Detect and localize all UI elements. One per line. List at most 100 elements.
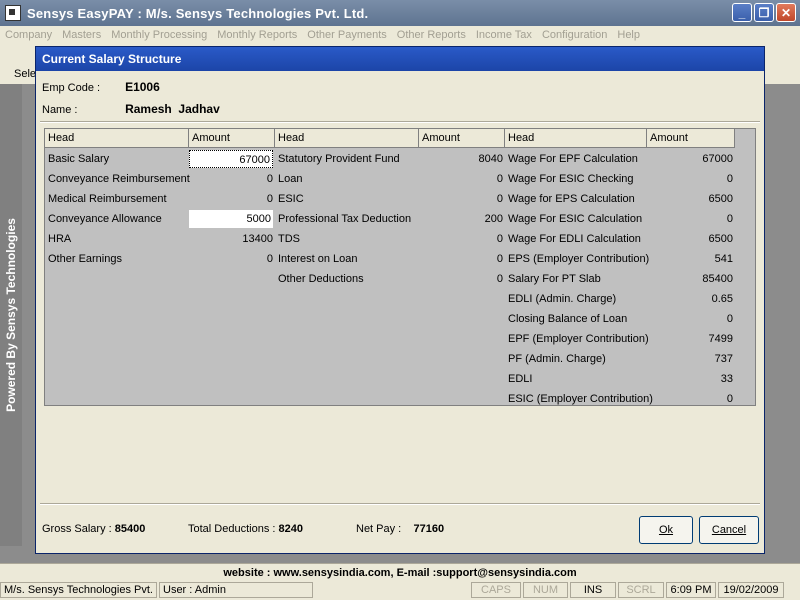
calculation-amount[interactable]: 33: [647, 370, 733, 388]
restore-icon: ❐: [758, 5, 770, 20]
calculation-amount[interactable]: 67000: [647, 150, 733, 168]
deduction-head: Professional Tax Deduction: [278, 213, 412, 225]
calculation-amount[interactable]: 0: [647, 390, 733, 408]
brand-text: Powered By Sensys Technologies: [4, 218, 18, 412]
total-deductions-value: 8240: [278, 523, 303, 535]
deduction-head: Other Deductions: [278, 273, 364, 285]
earning-head: Basic Salary: [48, 153, 110, 165]
calculation-head: Wage For ESIC Checking: [508, 173, 634, 185]
deduction-amount[interactable]: 8040: [419, 150, 503, 168]
earning-head: Conveyance Allowance: [48, 213, 162, 225]
calculation-amount[interactable]: 7499: [647, 330, 733, 348]
deduction-head: TDS: [278, 233, 300, 245]
menu-other-payments[interactable]: Other Payments: [302, 29, 391, 41]
calculation-head: Wage For ESIC Calculation: [508, 213, 643, 225]
menu-monthly-processing[interactable]: Monthly Processing: [106, 29, 212, 41]
menu-other-reports[interactable]: Other Reports: [392, 29, 471, 41]
cancel-button[interactable]: Cancel: [699, 516, 759, 544]
menu-help[interactable]: Help: [612, 29, 645, 41]
calculation-amount[interactable]: 6500: [647, 230, 733, 248]
emp-code-row: Emp Code : E1006: [42, 80, 160, 94]
deduction-amount[interactable]: 0: [419, 250, 503, 268]
salary-structure-dialog: Current Salary Structure Emp Code : E100…: [35, 46, 765, 554]
footer-divider: [40, 503, 760, 505]
calculation-amount[interactable]: 85400: [647, 270, 733, 288]
deduction-amount[interactable]: 200: [419, 210, 503, 228]
emp-code-value: E1006: [125, 80, 160, 94]
status-num: NUM: [523, 582, 568, 598]
earning-amount-input[interactable]: 5000: [189, 210, 273, 228]
status-caps: CAPS: [471, 582, 521, 598]
dialog-title: Current Salary Structure: [36, 47, 764, 71]
calculation-amount[interactable]: 0: [647, 310, 733, 328]
menu-company[interactable]: Company: [0, 29, 57, 41]
name-row: Name : Ramesh Jadhav: [42, 102, 220, 116]
calculation-amount[interactable]: 541: [647, 250, 733, 268]
calculation-head: Wage for EPS Calculation: [508, 193, 635, 205]
salary-grid: Head Amount Head Amount Head Amount Basi…: [44, 128, 756, 406]
col-header-amount-1[interactable]: Amount: [189, 129, 275, 148]
restore-button[interactable]: ❐: [754, 3, 774, 22]
status-user: User : Admin: [159, 582, 313, 598]
col-header-head-3[interactable]: Head: [505, 129, 647, 148]
deduction-amount[interactable]: 0: [419, 190, 503, 208]
status-ins: INS: [570, 582, 616, 598]
status-scrl: SCRL: [618, 582, 664, 598]
calculation-head: PF (Admin. Charge): [508, 353, 606, 365]
window-title: Sensys EasyPAY : M/s. Sensys Technologie…: [27, 5, 369, 21]
earning-amount-input[interactable]: 67000: [189, 150, 273, 168]
emp-code-label: Emp Code :: [42, 82, 101, 94]
calculation-head: Wage For EDLI Calculation: [508, 233, 641, 245]
total-deductions: Total Deductions : 8240: [188, 523, 303, 535]
earning-amount[interactable]: 0: [189, 190, 273, 208]
divider: [40, 121, 760, 123]
menu-income-tax[interactable]: Income Tax: [471, 29, 537, 41]
menu-monthly-reports[interactable]: Monthly Reports: [212, 29, 302, 41]
calculation-head: EDLI (Admin. Charge): [508, 293, 617, 305]
close-icon: ✕: [780, 5, 792, 20]
app-icon[interactable]: [5, 5, 21, 21]
name-value: Ramesh Jadhav: [125, 102, 220, 116]
gross-salary-value: 85400: [114, 523, 146, 535]
calculation-head: EPF (Employer Contribution): [508, 333, 649, 345]
calculation-amount[interactable]: 6500: [647, 190, 733, 208]
col-header-amount-3[interactable]: Amount: [647, 129, 735, 148]
calculation-amount[interactable]: 0.65: [647, 290, 733, 308]
col-header-amount-2[interactable]: Amount: [419, 129, 505, 148]
minimize-button[interactable]: _: [732, 3, 752, 22]
deduction-amount[interactable]: 0: [419, 270, 503, 288]
calculation-head: EDLI: [508, 373, 533, 385]
website-bar: website : www.sensysindia.com, E-mail :s…: [0, 563, 800, 582]
menu-configuration[interactable]: Configuration: [537, 29, 612, 41]
calculation-head: EPS (Employer Contribution): [508, 253, 650, 265]
status-bar: M/s. Sensys Technologies Pvt. User : Adm…: [0, 582, 800, 600]
calculation-amount[interactable]: 0: [647, 170, 733, 188]
gross-salary-label: Gross Salary :: [42, 523, 112, 535]
calculation-amount[interactable]: 0: [647, 210, 733, 228]
earning-amount[interactable]: 0: [189, 170, 273, 188]
calculation-head: Wage For EPF Calculation: [508, 153, 638, 165]
menu-masters[interactable]: Masters: [57, 29, 106, 41]
earning-head: Conveyance Reimbursement: [48, 173, 190, 185]
col-header-head-1[interactable]: Head: [45, 129, 189, 148]
earning-amount[interactable]: 0: [189, 250, 273, 268]
deduction-head: Statutory Provident Fund: [278, 153, 400, 165]
deduction-head: Interest on Loan: [278, 253, 358, 265]
menu-bar: Company Masters Monthly Processing Month…: [0, 26, 800, 44]
ok-button[interactable]: Ok: [639, 516, 693, 544]
minimize-icon: _: [738, 5, 746, 20]
calculation-amount[interactable]: 737: [647, 350, 733, 368]
name-label: Name :: [42, 104, 78, 116]
col-header-head-2[interactable]: Head: [275, 129, 419, 148]
earning-head: Other Earnings: [48, 253, 122, 265]
gross-salary: Gross Salary : 85400: [42, 523, 145, 535]
close-button[interactable]: ✕: [776, 3, 796, 22]
deduction-head: Loan: [278, 173, 303, 185]
total-deductions-label: Total Deductions :: [188, 523, 276, 535]
deduction-amount[interactable]: 0: [419, 230, 503, 248]
deduction-amount[interactable]: 0: [419, 170, 503, 188]
net-pay-value: 77160: [413, 523, 445, 535]
vertical-brand-text: Powered By Sensys Technologies: [0, 84, 22, 546]
background-partial-label: Sele: [14, 68, 37, 80]
earning-amount[interactable]: 13400: [189, 230, 273, 248]
